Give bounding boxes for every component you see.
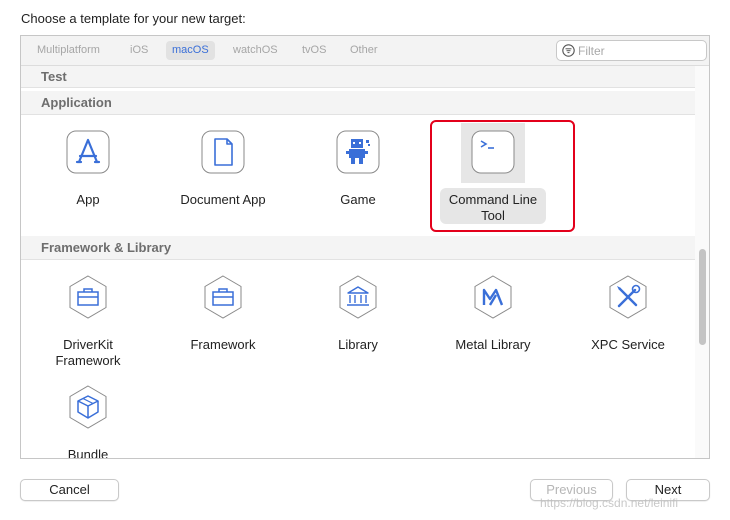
watermark-text: https://blog.csdn.net/leinifi: [540, 496, 679, 510]
template-panel: Multiplatform iOS macOS watchOS tvOS Oth…: [20, 35, 710, 459]
template-document-app-label: Document App: [180, 192, 266, 207]
game-icon: [336, 130, 380, 174]
section-header-test: Test: [21, 66, 695, 88]
template-driverkit-framework-label: DriverKit Framework: [55, 337, 121, 368]
filter-icon: [562, 44, 575, 57]
toolbox-icon: [69, 275, 107, 319]
template-framework-label: Framework: [190, 337, 256, 352]
filter-field[interactable]: [556, 40, 707, 61]
tab-macos[interactable]: macOS: [166, 41, 215, 60]
template-app-label: App: [76, 192, 100, 207]
library-icon: [339, 275, 377, 319]
template-game-label: Game: [340, 192, 376, 207]
cancel-button[interactable]: Cancel: [20, 479, 119, 501]
template-xpc-service-label: XPC Service: [591, 337, 665, 352]
template-metal-library-label: Metal Library: [455, 337, 531, 352]
template-library-label: Library: [338, 337, 378, 352]
toolbox-icon: [204, 275, 242, 319]
bundle-icon: [69, 385, 107, 429]
metal-icon: [474, 275, 512, 319]
section-header-framework-library: Framework & Library: [21, 236, 695, 260]
platform-tab-bar: Multiplatform iOS macOS watchOS tvOS Oth…: [21, 36, 709, 66]
tab-tvos[interactable]: tvOS: [296, 41, 332, 60]
app-store-icon: [66, 130, 110, 174]
filter-input[interactable]: [578, 42, 703, 59]
dialog-heading: Choose a template for your new target:: [21, 11, 246, 26]
template-bundle-label: Bundle: [67, 447, 109, 459]
tools-icon: [609, 275, 647, 319]
tab-multiplatform[interactable]: Multiplatform: [31, 41, 106, 60]
tab-ios[interactable]: iOS: [124, 41, 154, 60]
document-icon: [201, 130, 245, 174]
section-header-application: Application: [21, 91, 695, 115]
selection-highlight-box: [430, 120, 575, 232]
tab-watchos[interactable]: watchOS: [227, 41, 284, 60]
scrollbar-thumb[interactable]: [699, 249, 706, 345]
tab-other[interactable]: Other: [344, 41, 384, 60]
